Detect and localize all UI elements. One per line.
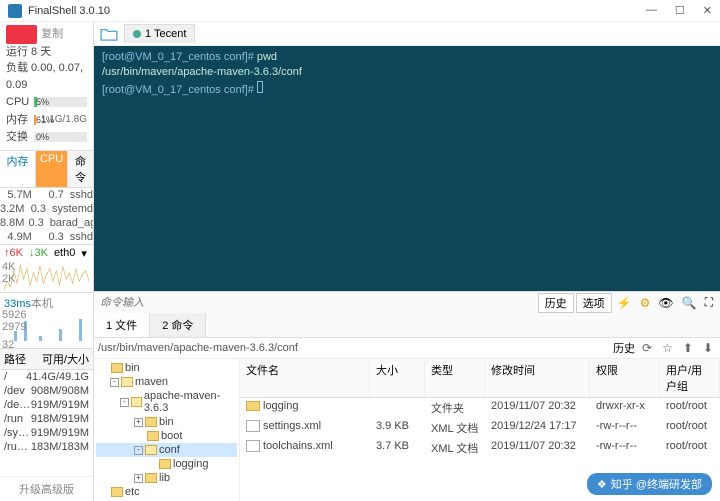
close-button[interactable]: ✕ [703, 4, 712, 17]
folder-icon[interactable] [100, 27, 118, 41]
tree-item[interactable]: -apache-maven-3.6.3 [96, 389, 237, 415]
search-icon[interactable]: 🔍 [679, 296, 700, 310]
gear-icon[interactable]: ⚙ [637, 296, 654, 310]
file-row[interactable]: logging文件夹2019/11/07 20:32drwxr-xr-xroot… [240, 398, 720, 418]
process-row[interactable]: 4.9M0.3sshd [0, 230, 93, 244]
path-row[interactable]: /run918M/919M [0, 412, 93, 426]
copy-button[interactable]: 复制 [41, 28, 63, 40]
command-input-row: 历史 选项 ⚡ ⚙ 👁 🔍 ⛶ [94, 291, 720, 313]
ip-badge [6, 25, 37, 44]
tree-item[interactable]: logging [96, 457, 237, 471]
tree-item[interactable]: -maven [96, 375, 237, 389]
tree-item[interactable]: etc [96, 485, 237, 499]
expand-icon[interactable]: ⛶ [702, 295, 716, 310]
file-tabs: 1 文件 2 命令 [94, 313, 720, 338]
file-row[interactable]: toolchains.xml3.7 KBXML 文档2019/11/07 20:… [240, 438, 720, 458]
path-row[interactable]: /run/user/0183M/183M [0, 440, 93, 454]
terminal-tab-bar: 1 Tecent [94, 22, 720, 46]
history-label[interactable]: 历史 [613, 340, 635, 356]
sidebar: 复制 运行 8 天 负载 0.00, 0.07, 0.09 CPU5% 内存61… [0, 22, 94, 501]
current-path: /usr/bin/maven/apache-maven-3.6.3/conf [98, 342, 609, 354]
process-row[interactable]: 8.8M0.3barad_agent [0, 216, 93, 230]
title-bar: FinalShell 3.0.10 — ☐ ✕ [0, 0, 720, 22]
terminal[interactable]: [root@VM_0_17_centos conf]# pwd /usr/bin… [94, 46, 720, 291]
process-row[interactable]: 3.2M0.3systemd [0, 202, 93, 216]
uptime-text: 运行 8 天 [6, 44, 87, 61]
path-row[interactable]: /dev/shm919M/919M [0, 398, 93, 412]
tree-item[interactable]: +bin [96, 415, 237, 429]
load-text: 负载 0.00, 0.07, 0.09 [6, 60, 87, 93]
paths-header: 路径可用/大小 [0, 348, 93, 370]
process-row[interactable]: 5.7M0.7sshd [0, 188, 93, 202]
minimize-button[interactable]: — [646, 4, 657, 17]
maximize-button[interactable]: ☐ [675, 4, 685, 17]
stats-panel: 复制 运行 8 天 负载 0.00, 0.07, 0.09 CPU5% 内存61… [0, 22, 93, 150]
process-header: 内存CPU命令 [0, 150, 93, 188]
path-row[interactable]: /dev908M/908M [0, 384, 93, 398]
file-path-row: /usr/bin/maven/apache-maven-3.6.3/conf 历… [94, 338, 720, 359]
upload-icon[interactable]: ⬆ [680, 341, 696, 355]
file-list-header: 文件名大小类型修改时间权限用户/用户组 [240, 359, 720, 398]
star-icon[interactable]: ☆ [659, 341, 676, 355]
path-row[interactable]: /41.4G/49.1G [0, 370, 93, 384]
tab-files[interactable]: 1 文件 [94, 313, 150, 337]
tree-item[interactable]: -conf [96, 443, 237, 457]
eye-icon[interactable]: 👁 [655, 296, 676, 310]
file-row[interactable]: settings.xml3.9 KBXML 文档2019/12/24 17:17… [240, 418, 720, 438]
options-button[interactable]: 选项 [576, 293, 612, 313]
tree-item[interactable]: bin [96, 361, 237, 375]
watermark: ❖知乎 @终端研发部 [587, 473, 712, 495]
process-list: 5.7M0.7sshd3.2M0.3systemd8.8M0.3barad_ag… [0, 188, 93, 244]
tree-item[interactable]: +lib [96, 471, 237, 485]
download-icon[interactable]: ⬇ [700, 341, 716, 355]
disk-chart: 33ms本机 5926297932 [0, 292, 93, 348]
status-dot-icon [133, 30, 141, 38]
refresh-icon[interactable]: ⟳ [639, 341, 655, 355]
command-input[interactable] [94, 295, 538, 311]
bolt-icon[interactable]: ⚡ [614, 296, 635, 310]
folder-tree[interactable]: bin-maven-apache-maven-3.6.3+binboot-con… [94, 359, 240, 501]
tab-commands[interactable]: 2 命令 [150, 313, 206, 337]
terminal-tab[interactable]: 1 Tecent [124, 24, 195, 43]
window-title: FinalShell 3.0.10 [28, 5, 646, 17]
network-chart: ↑6K↓3Keth0▾ 4K2K [0, 244, 93, 292]
path-row[interactable]: /sys/fs/cgroup919M/919M [0, 426, 93, 440]
history-button[interactable]: 历史 [538, 293, 574, 313]
tree-item[interactable]: boot [96, 429, 237, 443]
upgrade-link[interactable]: 升级高级版 [0, 476, 93, 501]
paths-list: /41.4G/49.1G/dev908M/908M/dev/shm919M/91… [0, 370, 93, 454]
app-icon [8, 4, 22, 18]
